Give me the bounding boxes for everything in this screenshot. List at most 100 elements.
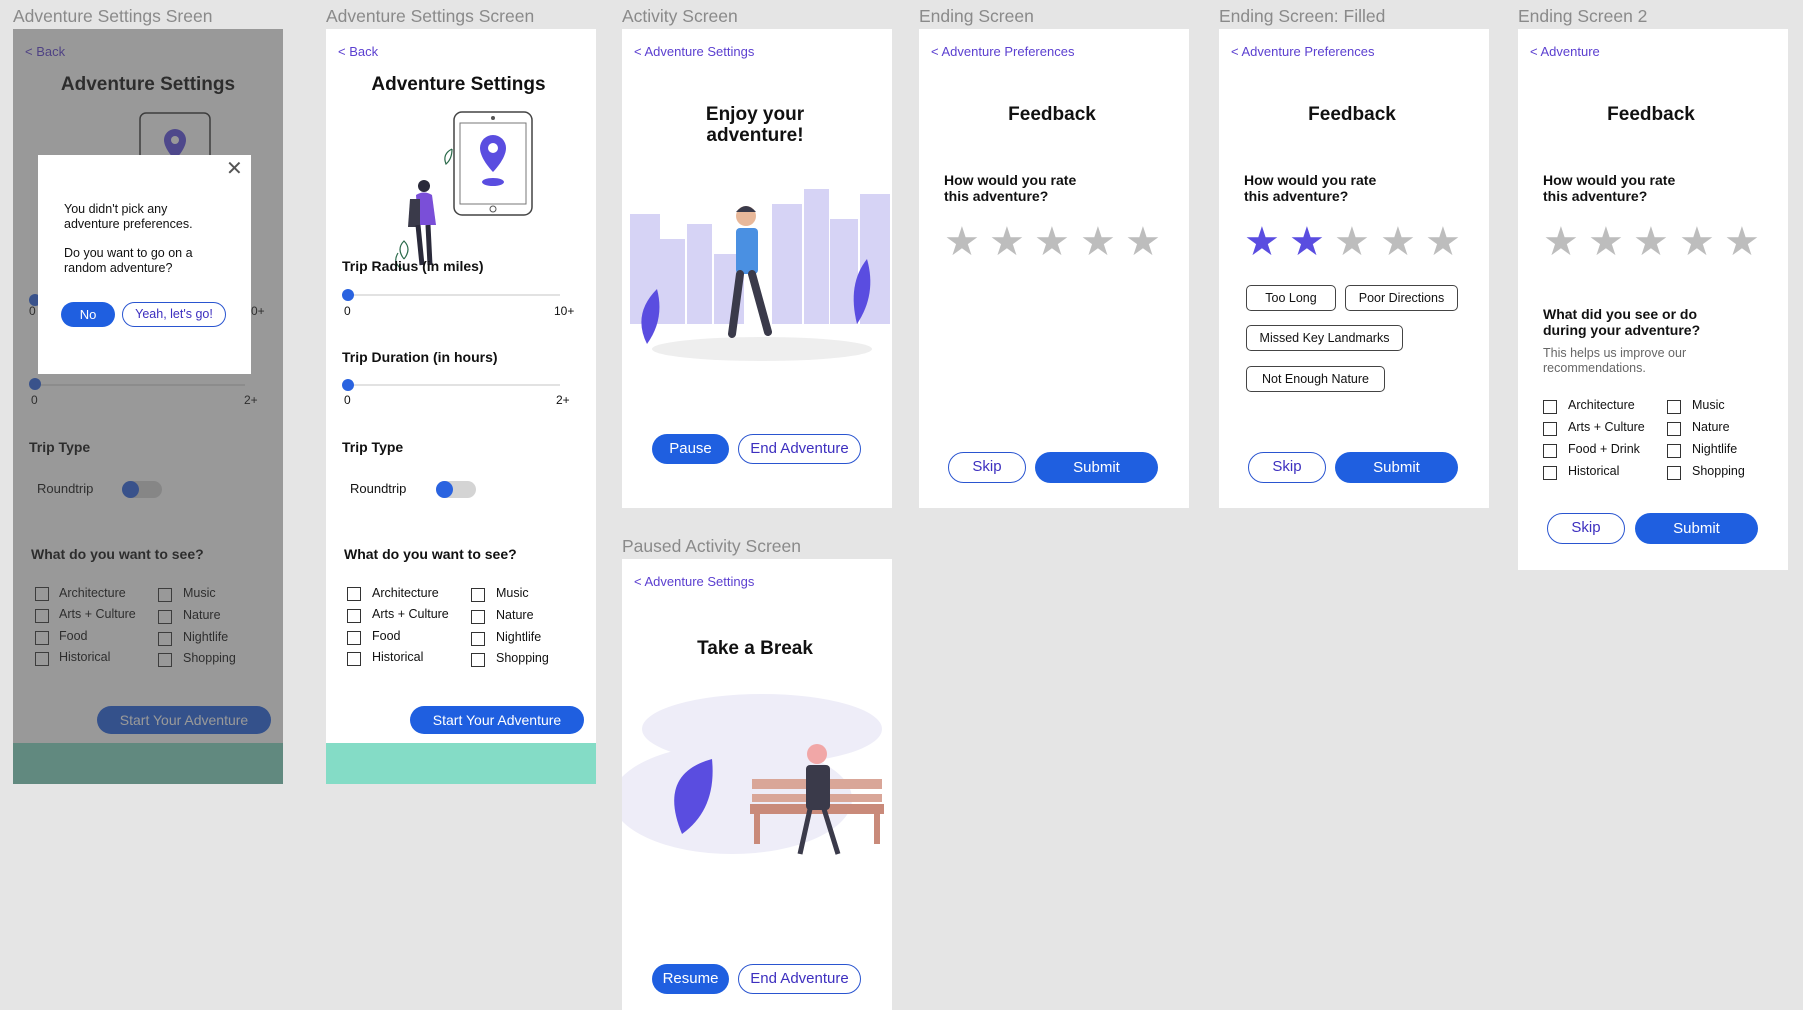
checkbox-label: Arts + Culture	[1568, 420, 1645, 434]
checkbox-food[interactable]	[347, 631, 361, 645]
star-icon[interactable]: ★	[1380, 222, 1416, 262]
duration-slider-knob[interactable]	[342, 379, 354, 391]
skip-button[interactable]: Skip	[948, 452, 1026, 483]
end-adventure-button[interactable]: End Adventure	[738, 964, 861, 994]
submit-button[interactable]: Submit	[1335, 452, 1458, 483]
help-text-line1: This helps us improve our	[1543, 346, 1687, 360]
pause-button[interactable]: Pause	[652, 434, 729, 464]
radius-slider-knob[interactable]	[342, 289, 354, 301]
checkbox-nightlife[interactable]	[1667, 444, 1681, 458]
checkbox-label: Shopping	[496, 651, 549, 665]
checkbox-architecture[interactable]	[347, 587, 361, 601]
duration-label: Trip Duration (in hours)	[342, 349, 498, 365]
star-icon[interactable]: ★	[989, 222, 1025, 262]
tablet-person-illustration	[395, 111, 533, 270]
page-title-line2: adventure!	[706, 125, 804, 146]
checkbox-label: Nightlife	[496, 630, 542, 644]
feedback-chip[interactable]: Not Enough Nature	[1246, 366, 1385, 392]
star-icon[interactable]: ★	[1125, 222, 1161, 262]
feedback-chip[interactable]: Missed Key Landmarks	[1246, 325, 1403, 351]
star-icon[interactable]: ★	[1034, 222, 1070, 262]
checkbox-shopping[interactable]	[1667, 466, 1681, 480]
star-icon[interactable]: ★	[1080, 222, 1116, 262]
see-question-line2: during your adventure?	[1543, 322, 1701, 338]
back-link[interactable]: < Back	[338, 44, 378, 59]
back-link[interactable]: < Adventure Settings	[634, 574, 754, 589]
back-link[interactable]: < Adventure Preferences	[1231, 44, 1374, 59]
checkbox-music[interactable]	[1667, 400, 1681, 414]
back-link[interactable]: < Adventure Preferences	[931, 44, 1074, 59]
no-button[interactable]: No	[61, 302, 115, 327]
see-label: What do you want to see?	[344, 546, 517, 562]
frame-label-settings-screen: Adventure Settings Screen	[326, 6, 535, 26]
close-icon[interactable]: ✕	[226, 159, 243, 179]
star-icon[interactable]: ★	[1679, 222, 1715, 262]
submit-button[interactable]: Submit	[1635, 513, 1758, 544]
checkbox-historical[interactable]	[1543, 466, 1557, 480]
roundtrip-label: Roundtrip	[350, 481, 407, 496]
submit-button[interactable]: Submit	[1035, 452, 1158, 483]
star-icon[interactable]: ★	[944, 222, 980, 262]
resume-button[interactable]: Resume	[652, 964, 729, 994]
checkbox-historical[interactable]	[347, 652, 361, 666]
activity-frame: < Adventure Settings Enjoy your adventur…	[622, 29, 892, 508]
yes-button[interactable]: Yeah, let's go!	[122, 302, 226, 327]
footer-bar	[326, 743, 596, 784]
checkbox-label: Food + Drink	[1568, 442, 1640, 456]
star-icon[interactable]: ★	[1588, 222, 1624, 262]
star-icon[interactable]: ★	[1425, 222, 1461, 262]
rating-question-line1: How would you rate	[1244, 172, 1377, 188]
back-link[interactable]: < Adventure	[1530, 44, 1600, 59]
ending-frame: < Adventure Preferences Feedback How wou…	[919, 29, 1189, 508]
frame-label-activity: Activity Screen	[622, 6, 738, 26]
skip-button[interactable]: Skip	[1547, 513, 1625, 544]
feedback-chip[interactable]: Poor Directions	[1345, 285, 1458, 311]
modal-text-line: You didn't pick any	[64, 202, 168, 216]
page-title: Adventure Settings	[371, 74, 546, 95]
rating-question-line1: How would you rate	[1543, 172, 1676, 188]
checkbox-music[interactable]	[471, 588, 485, 602]
start-adventure-button[interactable]: Start Your Adventure	[410, 706, 584, 734]
checkbox-shopping[interactable]	[471, 653, 485, 667]
checkbox-nature[interactable]	[471, 610, 485, 624]
back-link[interactable]: < Adventure Settings	[634, 44, 754, 59]
page-title: Feedback	[1008, 104, 1096, 125]
modal-overlay[interactable]	[13, 29, 283, 784]
roundtrip-toggle[interactable]	[436, 481, 476, 498]
modal-text-line: adventure preferences.	[64, 217, 193, 231]
help-text-line2: recommendations.	[1543, 361, 1646, 375]
checkbox-label: Historical	[1568, 464, 1620, 478]
checkbox-label: Nightlife	[1692, 442, 1738, 456]
settings-modal-frame: < Back Adventure Settings 0 0+ 0 2+ Trip…	[13, 29, 283, 784]
star-icon[interactable]: ★	[1334, 222, 1370, 262]
radius-label: Trip Radius (in miles)	[342, 258, 484, 274]
star-icon[interactable]: ★	[1289, 222, 1325, 262]
checkbox-label: Historical	[372, 650, 424, 664]
checkbox-nature[interactable]	[1667, 422, 1681, 436]
checkbox-label: Arts + Culture	[372, 607, 449, 621]
frame-label-ending-filled: Ending Screen: Filled	[1219, 6, 1386, 26]
duration-max-label: 2+	[556, 393, 570, 407]
checkbox-arts-culture[interactable]	[347, 609, 361, 623]
feedback-chip[interactable]: Too Long	[1246, 285, 1336, 311]
checkbox-food-drink[interactable]	[1543, 444, 1557, 458]
paused-frame: < Adventure Settings Take a Break Resume…	[622, 559, 892, 1010]
duration-slider-track[interactable]	[348, 384, 560, 386]
frame-label-settings-sreen: Adventure Settings Sreen	[13, 6, 213, 26]
end-adventure-button[interactable]: End Adventure	[738, 434, 861, 464]
star-icon[interactable]: ★	[1244, 222, 1280, 262]
trip-type-label: Trip Type	[342, 439, 404, 455]
skip-button[interactable]: Skip	[1248, 452, 1326, 483]
star-icon[interactable]: ★	[1633, 222, 1669, 262]
rating-question-line2: this adventure?	[944, 188, 1049, 204]
checkbox-architecture[interactable]	[1543, 400, 1557, 414]
checkbox-nightlife[interactable]	[471, 632, 485, 646]
page-title: Take a Break	[697, 638, 813, 659]
checkbox-arts-culture[interactable]	[1543, 422, 1557, 436]
frame-label-ending: Ending Screen	[919, 6, 1034, 26]
radius-slider-track[interactable]	[348, 294, 560, 296]
radius-max-label: 10+	[554, 304, 575, 318]
bench-person-illustration	[622, 694, 884, 855]
star-icon[interactable]: ★	[1543, 222, 1579, 262]
star-icon[interactable]: ★	[1724, 222, 1760, 262]
